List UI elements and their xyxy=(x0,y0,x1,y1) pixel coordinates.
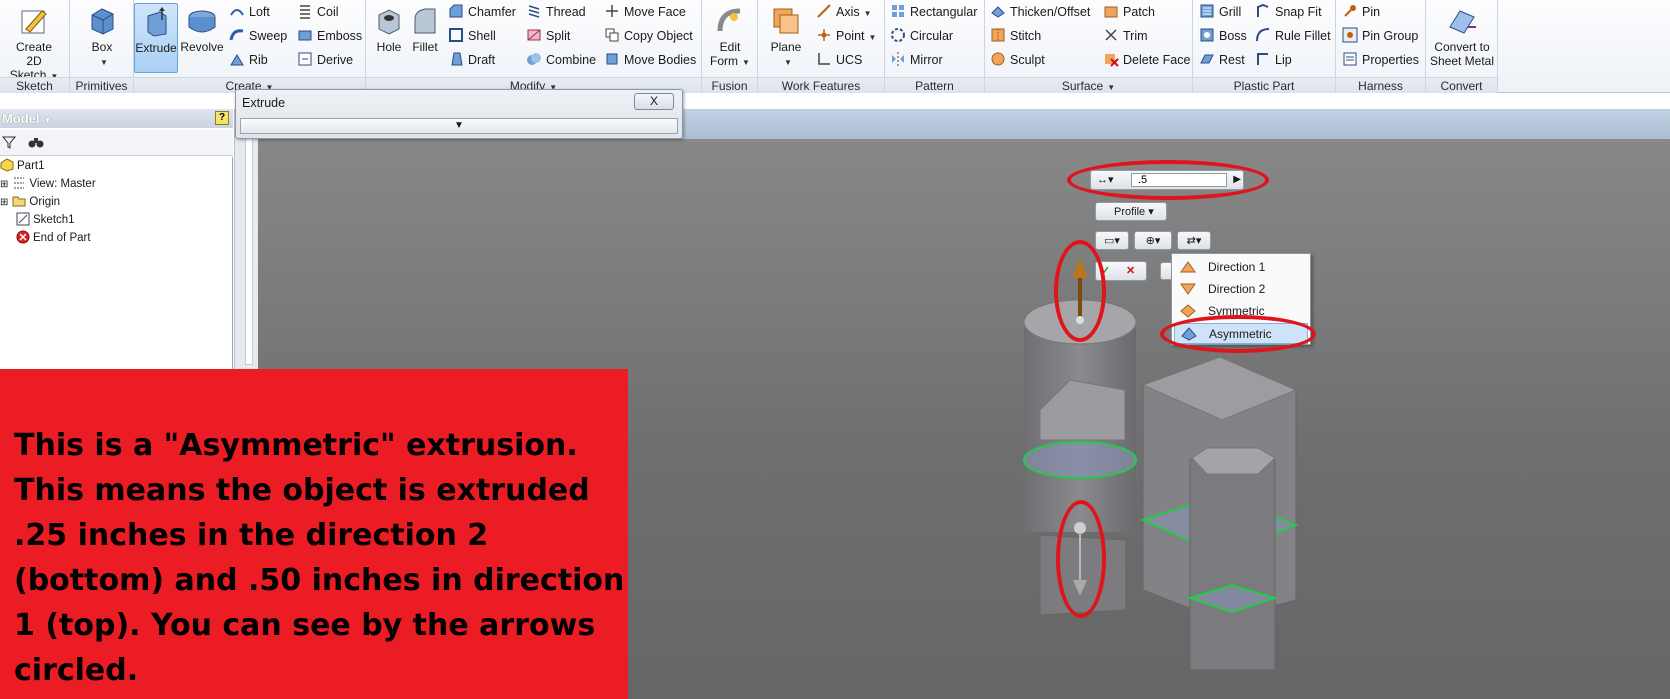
menu-item-direction-1[interactable]: Direction 1 xyxy=(1174,257,1308,278)
cancel-x-icon[interactable]: ✕ xyxy=(1126,262,1135,280)
expand-dialog-button[interactable]: ▼ xyxy=(240,118,678,134)
operation-dropdown[interactable]: ⊕▾ xyxy=(1134,231,1172,250)
highlight-ring-distance xyxy=(1067,160,1269,200)
extrude-dialog: Extrude X ▼ xyxy=(235,89,683,139)
menu-item-direction-2[interactable]: Direction 2 xyxy=(1174,279,1308,300)
output-dropdown[interactable]: ▭▾ xyxy=(1095,231,1129,250)
extrude-dialog-title: Extrude xyxy=(242,96,286,110)
callout-text: This is a "Asymmetric" extrusion. This m… xyxy=(14,428,625,688)
direction-1-label: Direction 1 xyxy=(1208,260,1266,274)
direction-1-icon xyxy=(1180,261,1196,273)
direction-2-icon xyxy=(1180,283,1196,295)
highlight-ring-direction-1-arrow xyxy=(1054,240,1106,342)
profile-button[interactable]: Profile ▾ xyxy=(1095,202,1167,221)
direction-dropdown[interactable]: ⇄▾ xyxy=(1177,231,1211,250)
highlight-ring-direction-2-arrow xyxy=(1056,500,1106,618)
highlight-ring-asymmetric xyxy=(1160,315,1316,353)
profile-label: Profile xyxy=(1114,206,1146,218)
direction-2-label: Direction 2 xyxy=(1208,282,1266,296)
close-button[interactable]: X xyxy=(634,93,674,110)
symmetric-icon xyxy=(1180,304,1196,318)
close-icon: X xyxy=(649,94,658,108)
hex-prism[interactable] xyxy=(1186,447,1279,671)
annotation-callout: This is a "Asymmetric" extrusion. This m… xyxy=(0,369,628,699)
